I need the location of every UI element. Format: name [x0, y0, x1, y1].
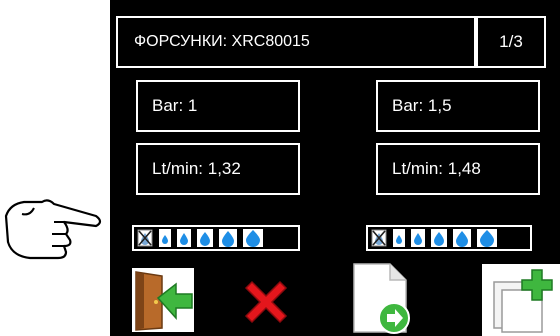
- right-flow-text: Lt/min: 1,48: [392, 159, 481, 178]
- add-copy-icon[interactable]: [482, 264, 560, 336]
- page-indicator-text: 1/3: [499, 32, 523, 51]
- none-icon[interactable]: [137, 229, 153, 247]
- page-indicator[interactable]: 1/3: [476, 16, 546, 68]
- drop-icon-xl[interactable]: [477, 229, 497, 247]
- next-document-icon[interactable]: [350, 262, 418, 336]
- left-flow-field[interactable]: Lt/min: 1,32: [136, 143, 300, 195]
- left-drop-selector[interactable]: [132, 225, 300, 251]
- nozzle-title-text: ФОРСУНКИ: XRC80015: [134, 33, 310, 50]
- hmi-screen: ФОРСУНКИ: XRC80015 1/3 Bar: 1 Bar: 1,5 L…: [110, 0, 560, 336]
- cancel-x-icon[interactable]: [240, 276, 292, 328]
- drop-icon-l[interactable]: [453, 229, 471, 247]
- drop-icon-xs[interactable]: [159, 229, 171, 247]
- pointing-hand-icon: [4, 199, 102, 260]
- drop-icon-l[interactable]: [219, 229, 237, 247]
- drop-icon-xl[interactable]: [243, 229, 263, 247]
- drop-icon-xs[interactable]: [393, 229, 405, 247]
- right-flow-field[interactable]: Lt/min: 1,48: [376, 143, 540, 195]
- drop-icon-m[interactable]: [197, 229, 213, 247]
- left-flow-text: Lt/min: 1,32: [152, 159, 241, 178]
- drop-icon-s[interactable]: [177, 229, 191, 247]
- drop-icon-m[interactable]: [431, 229, 447, 247]
- drop-icon-s[interactable]: [411, 229, 425, 247]
- nozzle-title: ФОРСУНКИ: XRC80015: [116, 16, 476, 68]
- right-drop-selector[interactable]: [366, 225, 532, 251]
- right-pressure-text: Bar: 1,5: [392, 96, 452, 115]
- exit-door-icon[interactable]: [132, 268, 194, 332]
- left-pressure-text: Bar: 1: [152, 96, 198, 115]
- left-pressure-field[interactable]: Bar: 1: [136, 80, 300, 132]
- none-icon[interactable]: [371, 229, 387, 247]
- right-pressure-field[interactable]: Bar: 1,5: [376, 80, 540, 132]
